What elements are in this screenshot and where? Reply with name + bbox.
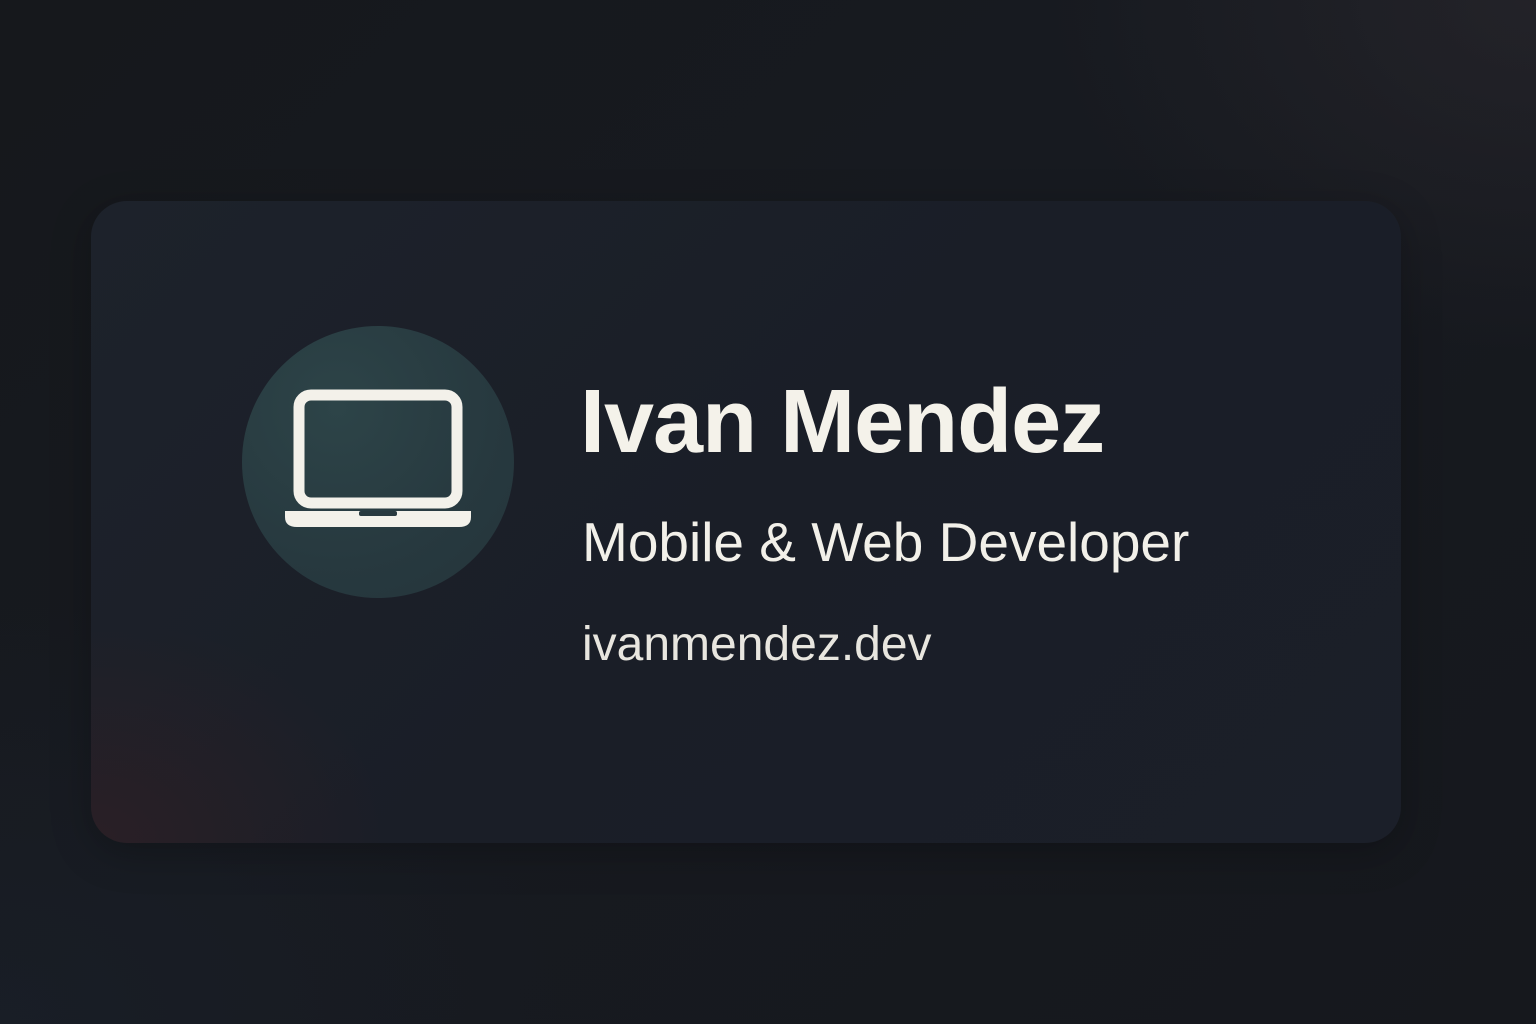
- profile-name: Ivan Mendez: [580, 372, 1105, 472]
- profile-title: Mobile & Web Developer: [582, 511, 1190, 573]
- avatar: [242, 326, 514, 598]
- laptop-icon: [285, 389, 471, 527]
- profile-card: Ivan Mendez Mobile & Web Developer ivanm…: [91, 201, 1401, 843]
- website-link[interactable]: ivanmendez.dev: [582, 621, 932, 669]
